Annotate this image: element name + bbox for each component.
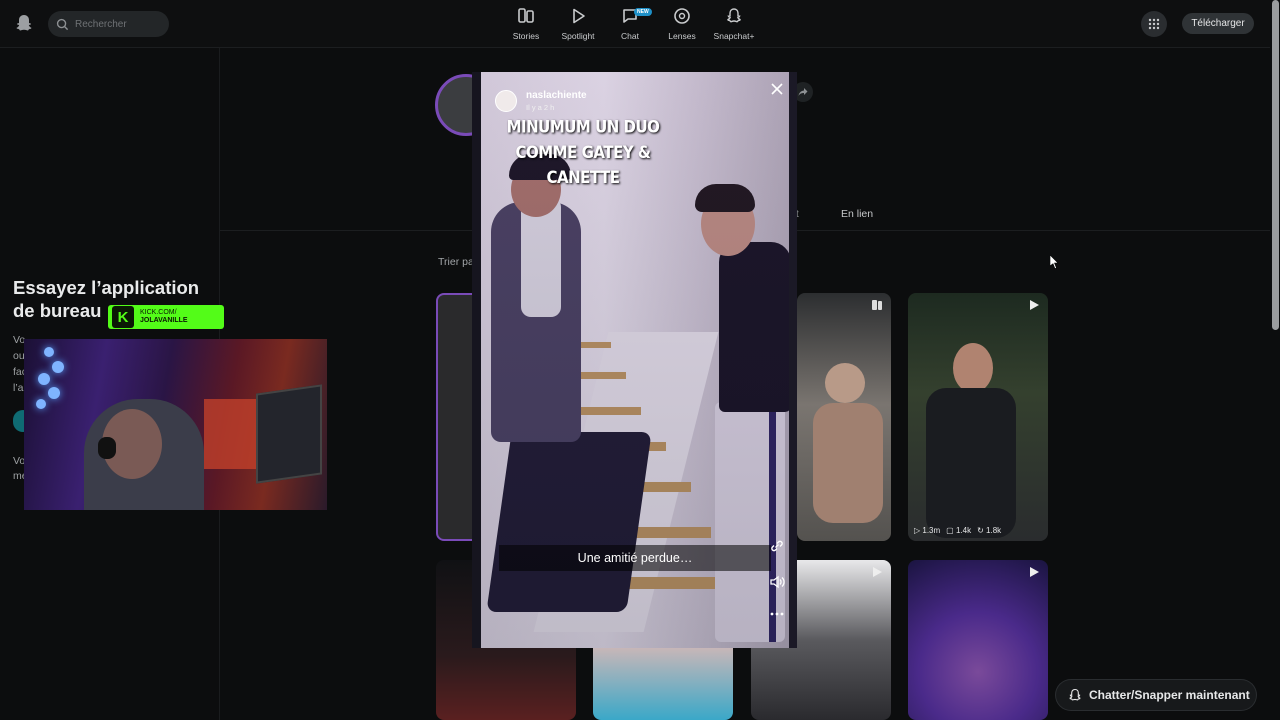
tab-en-lien[interactable]: En lien bbox=[841, 208, 873, 220]
scrollbar-thumb[interactable] bbox=[1272, 0, 1279, 330]
chat-snap-now-button[interactable]: Chatter/Snapper maintenant bbox=[1056, 680, 1256, 710]
mouse-cursor-icon bbox=[1050, 255, 1059, 269]
kick-url-line2: JOLAVANILLE bbox=[140, 317, 188, 324]
promo-text-fragment: l’a bbox=[13, 382, 24, 394]
search-icon bbox=[56, 18, 69, 30]
grid-icon bbox=[1148, 18, 1160, 30]
play-icon bbox=[873, 567, 882, 577]
lenses-icon bbox=[674, 8, 690, 24]
story-username[interactable]: naslachiente bbox=[526, 90, 587, 101]
nav-lenses[interactable]: Lenses bbox=[656, 6, 708, 41]
play-icon bbox=[1030, 567, 1039, 577]
shares-count: ↻ 1.8k bbox=[977, 526, 1002, 535]
nav-snapchat-plus[interactable]: Snapchat+ bbox=[708, 6, 760, 41]
spotlight-play-icon bbox=[573, 8, 585, 24]
new-badge: NEW bbox=[634, 8, 652, 16]
spotlight-tile[interactable] bbox=[908, 560, 1048, 720]
nav-snapchat-plus-label: Snapchat+ bbox=[713, 31, 755, 41]
story-caption-text: MINUMUM UN DUO COMME GATEY & CANETTE bbox=[506, 116, 660, 188]
link-icon[interactable] bbox=[769, 538, 785, 554]
snapchat-ghost-icon bbox=[1069, 688, 1081, 701]
stories-icon bbox=[518, 8, 534, 23]
nav-lenses-label: Lenses bbox=[668, 31, 696, 41]
modal-edge bbox=[789, 72, 797, 648]
search-input[interactable] bbox=[75, 18, 155, 30]
tile-stats: ▷ 1.3m ▢ 1.4k ↻ 1.8k bbox=[914, 526, 1001, 535]
story-author-avatar[interactable] bbox=[495, 90, 517, 112]
nav-spotlight-label: Spotlight bbox=[561, 31, 595, 41]
nav-stories[interactable]: Stories bbox=[500, 6, 552, 41]
multi-snap-icon bbox=[872, 300, 882, 310]
download-button[interactable]: Télécharger bbox=[1182, 13, 1254, 34]
main-nav: Stories Spotlight NEW Chat Lenses Snapch… bbox=[500, 6, 760, 41]
story-viewer[interactable]: naslachiente Il y a 2 h MINUMUM UN DUO C… bbox=[481, 72, 789, 648]
views-count: ▷ 1.3m bbox=[914, 526, 941, 535]
streamer-webcam-overlay bbox=[24, 339, 327, 510]
nav-chat-label: Chat bbox=[621, 31, 639, 41]
volume-icon[interactable] bbox=[769, 574, 785, 590]
snapchat-plus-icon bbox=[727, 8, 741, 23]
kick-channel-badge: K KICK.COM/ JOLAVANILLE bbox=[108, 305, 224, 329]
nav-stories-label: Stories bbox=[512, 31, 540, 41]
kick-logo-icon: K bbox=[112, 306, 134, 328]
comments-count: ▢ 1.4k bbox=[946, 526, 972, 535]
more-options-icon[interactable] bbox=[769, 606, 785, 622]
chat-snap-now-label: Chatter/Snapper maintenant bbox=[1089, 688, 1250, 702]
snapchat-ghost-icon[interactable] bbox=[14, 13, 34, 33]
search-bar[interactable] bbox=[48, 11, 169, 37]
snapchat-web-page: Stories Spotlight NEW Chat Lenses Snapch… bbox=[0, 0, 1280, 720]
story-timestamp: Il y a 2 h bbox=[526, 103, 555, 112]
sort-label[interactable]: Trier pa bbox=[438, 256, 474, 268]
page-scrollbar[interactable] bbox=[1270, 0, 1280, 720]
close-icon[interactable] bbox=[770, 82, 784, 96]
spotlight-tile[interactable] bbox=[797, 293, 891, 541]
share-icon bbox=[798, 88, 808, 96]
top-bar: Stories Spotlight NEW Chat Lenses Snapch… bbox=[0, 0, 1270, 48]
spotlight-tile[interactable]: ▷ 1.3m ▢ 1.4k ↻ 1.8k bbox=[908, 293, 1048, 541]
kick-url-line1: KICK.COM/ bbox=[140, 309, 177, 316]
story-subtitle: Une amitié perdue… bbox=[499, 545, 771, 571]
nav-chat[interactable]: NEW Chat bbox=[604, 6, 656, 41]
nav-spotlight[interactable]: Spotlight bbox=[552, 6, 604, 41]
play-icon bbox=[1030, 300, 1039, 310]
apps-grid-button[interactable] bbox=[1141, 11, 1167, 37]
promo-text-fragment: ou bbox=[13, 350, 25, 362]
